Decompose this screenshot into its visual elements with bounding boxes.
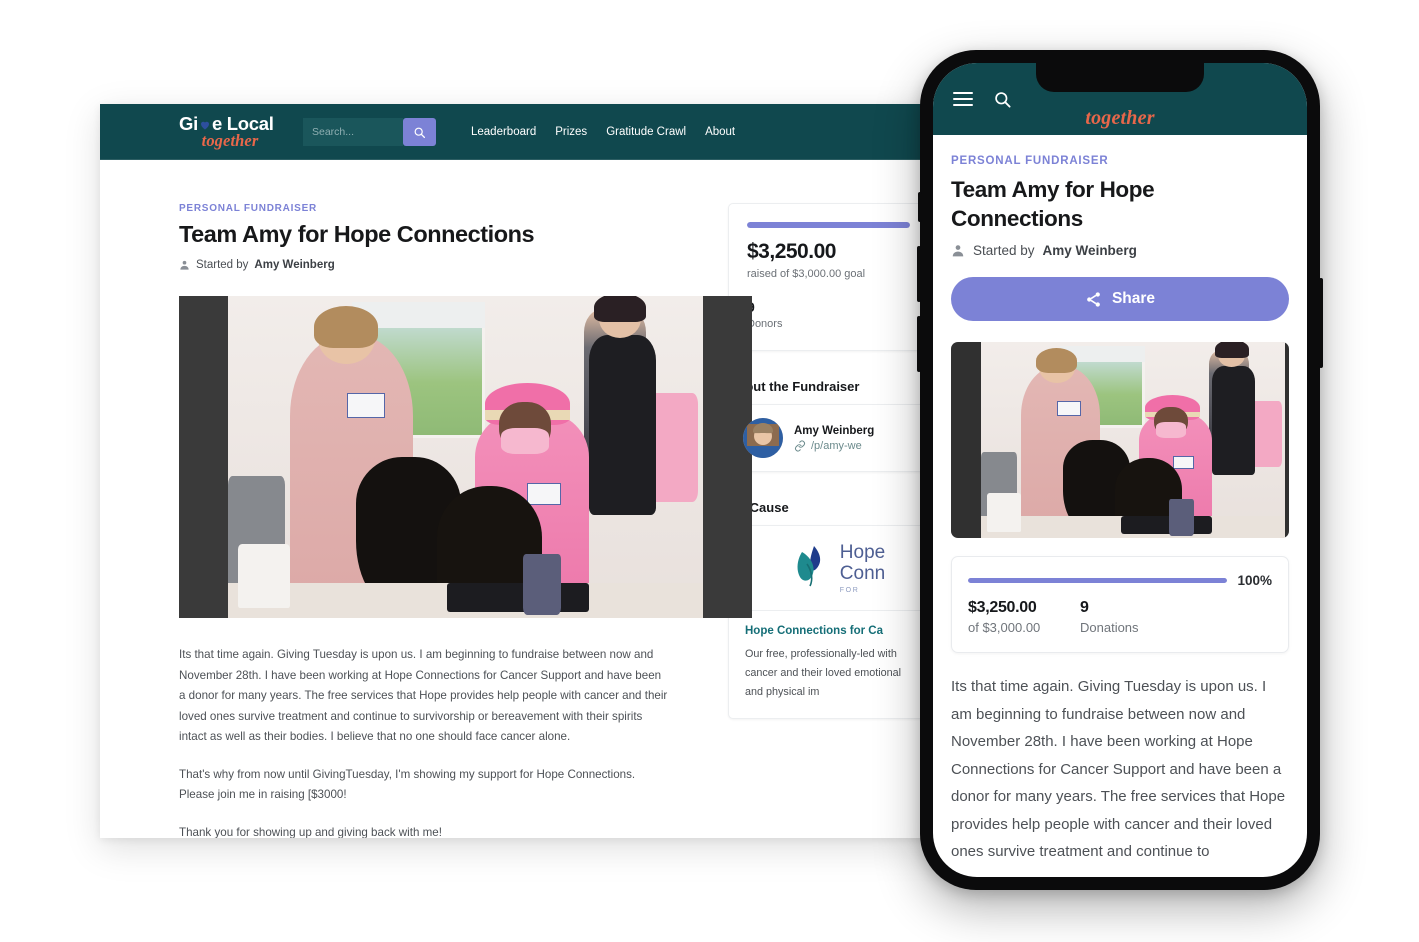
mobile-started-by-label: Started by — [973, 243, 1035, 258]
mobile-raised-column: $3,250.00 of $3,000.00 — [968, 599, 1080, 635]
phone-mockup: together PERSONAL FUNDRAISER Team Amy fo… — [917, 50, 1323, 890]
hamburger-menu-icon[interactable] — [953, 92, 973, 106]
screenshot-stage: Gi e Local together Leade — [0, 0, 1419, 942]
progress-bar-fill — [747, 222, 910, 228]
search-icon — [414, 127, 426, 138]
phone-notch — [1036, 63, 1204, 92]
person-icon — [952, 245, 964, 257]
mobile-donation-stats-card: 100% $3,250.00 of $3,000.00 9 Donations — [951, 556, 1289, 653]
fundraiser-story: Its that time again. Giving Tuesday is u… — [179, 645, 669, 838]
donor-count-label: Donors — [747, 318, 783, 330]
story-paragraph-1: Its that time again. Giving Tuesday is u… — [179, 648, 668, 743]
share-icon — [1087, 291, 1100, 307]
fundraiser-profile-card[interactable]: Amy Weinberg /p/amy-we — [728, 404, 929, 472]
nav-item-about[interactable]: About — [705, 126, 735, 138]
search-icon — [995, 91, 1011, 108]
donor-count: 9 — [747, 299, 910, 315]
fundraiser-profile-link[interactable]: /p/amy-we — [794, 440, 874, 452]
desktop-content: PERSONAL FUNDRAISER Team Amy for Hope Co… — [100, 160, 1008, 838]
nav-item-leaderboard[interactable]: Leaderboard — [471, 126, 536, 138]
cause-logo-line1: Hope — [839, 542, 886, 563]
hero-photo — [228, 296, 703, 618]
cause-body: Hope Connections for Ca Our free, profes… — [729, 611, 928, 718]
cause-logo-line3: FOR — [839, 587, 860, 594]
desktop-site-header: Gi e Local together Leade — [100, 104, 1008, 160]
my-cause-heading: My Cause — [728, 500, 789, 515]
logo-together: together — [201, 130, 259, 150]
mobile-stats-numbers: $3,250.00 of $3,000.00 9 Donations — [968, 599, 1272, 635]
search-button[interactable] — [403, 118, 436, 146]
mobile-progress-percent: 100% — [1237, 573, 1272, 588]
link-icon — [795, 440, 805, 451]
site-logo[interactable]: Gi e Local together — [179, 113, 275, 150]
mobile-donation-label: Donations — [1080, 620, 1139, 635]
nav-item-prizes[interactable]: Prizes — [555, 126, 587, 138]
mobile-content: PERSONAL FUNDRAISER Team Amy for Hope Co… — [933, 135, 1307, 866]
phone-volume-down-button[interactable] — [917, 316, 921, 372]
nav-item-gratitude-crawl[interactable]: Gratitude Crawl — [606, 126, 686, 138]
mobile-donation-count: 9 — [1080, 599, 1089, 616]
started-by-label: Started by — [196, 259, 249, 271]
heart-icon — [199, 119, 211, 131]
fundraiser-link-text: /p/amy-we — [811, 439, 862, 452]
phone-volume-up-button[interactable] — [917, 246, 921, 302]
mobile-donations-column: 9 Donations — [1080, 599, 1139, 635]
page-eyebrow: PERSONAL FUNDRAISER — [179, 203, 317, 214]
mobile-amount-raised: $3,250.00 — [968, 599, 1037, 616]
cause-description: Our free, professionally-led with cancer… — [745, 648, 902, 698]
person-icon — [180, 260, 189, 270]
cause-logo: Hope Conn FOR — [729, 526, 928, 611]
cause-logo-line2: Conn — [839, 563, 886, 584]
mobile-started-by-name: Amy Weinberg — [1042, 243, 1137, 258]
page-title: Team Amy for Hope Connections — [179, 221, 535, 247]
desktop-main-column: PERSONAL FUNDRAISER Team Amy for Hope Co… — [100, 160, 752, 838]
mobile-goal-text: of $3,000.00 — [968, 620, 1041, 635]
mobile-fundraiser-story: Its that time again. Giving Tuesday is u… — [951, 673, 1289, 866]
story-paragraph-2: That's why from now until GivingTuesday,… — [179, 767, 636, 802]
fundraiser-name: Amy Weinberg — [794, 424, 875, 437]
desktop-search — [303, 118, 436, 146]
phone-screen: together PERSONAL FUNDRAISER Team Amy fo… — [933, 63, 1307, 877]
progress-bar-track — [747, 222, 910, 228]
mobile-page-eyebrow: PERSONAL FUNDRAISER — [951, 155, 1109, 167]
share-button-label: Share — [1111, 290, 1156, 307]
phone-silent-switch[interactable] — [917, 192, 922, 222]
mobile-hero-image — [951, 342, 1289, 538]
story-paragraph-3: Thank you for showing up and giving back… — [179, 825, 442, 839]
desktop-window: Gi e Local together Leade — [100, 104, 1008, 838]
mobile-page-title: Team Amy for Hope Connections — [951, 177, 1155, 231]
fundraiser-hero-image — [179, 296, 752, 618]
share-button[interactable]: Share — [951, 277, 1289, 321]
goal-text: raised of $3,000.00 goal — [747, 268, 866, 280]
mobile-story-paragraph: Its that time again. Giving Tuesday is u… — [951, 678, 1286, 860]
started-by-name: Amy Weinberg — [254, 259, 335, 271]
phone-power-button[interactable] — [1319, 278, 1323, 368]
mobile-progress-bar-fill — [968, 578, 1228, 583]
mobile-logo[interactable]: together — [1085, 107, 1154, 130]
desktop-main-nav: Leaderboard Prizes Gratitude Crawl About — [471, 126, 735, 138]
amount-raised: $3,250.00 — [747, 240, 836, 263]
started-by: Started by Amy Weinberg — [179, 259, 700, 271]
avatar — [743, 418, 783, 458]
mobile-started-by: Started by Amy Weinberg — [951, 243, 1289, 258]
mobile-progress-bar-track — [968, 578, 1228, 583]
logo-text-gi: Gi — [179, 113, 198, 134]
mobile-hero-photo — [981, 342, 1285, 538]
about-fundraiser-heading: About the Fundraiser — [728, 379, 860, 394]
cause-card[interactable]: Hope Conn FOR Hope Connections for Ca Ou… — [728, 525, 929, 719]
donation-stats-card: $3,250.00 raised of $3,000.00 goal 9 Don… — [728, 203, 929, 351]
cause-title: Hope Connections for Ca — [745, 625, 884, 637]
search-input[interactable] — [303, 118, 403, 146]
mobile-search-button[interactable] — [993, 90, 1012, 109]
mobile-progress-row: 100% — [968, 573, 1272, 588]
hope-connections-leaf-icon — [797, 546, 820, 587]
